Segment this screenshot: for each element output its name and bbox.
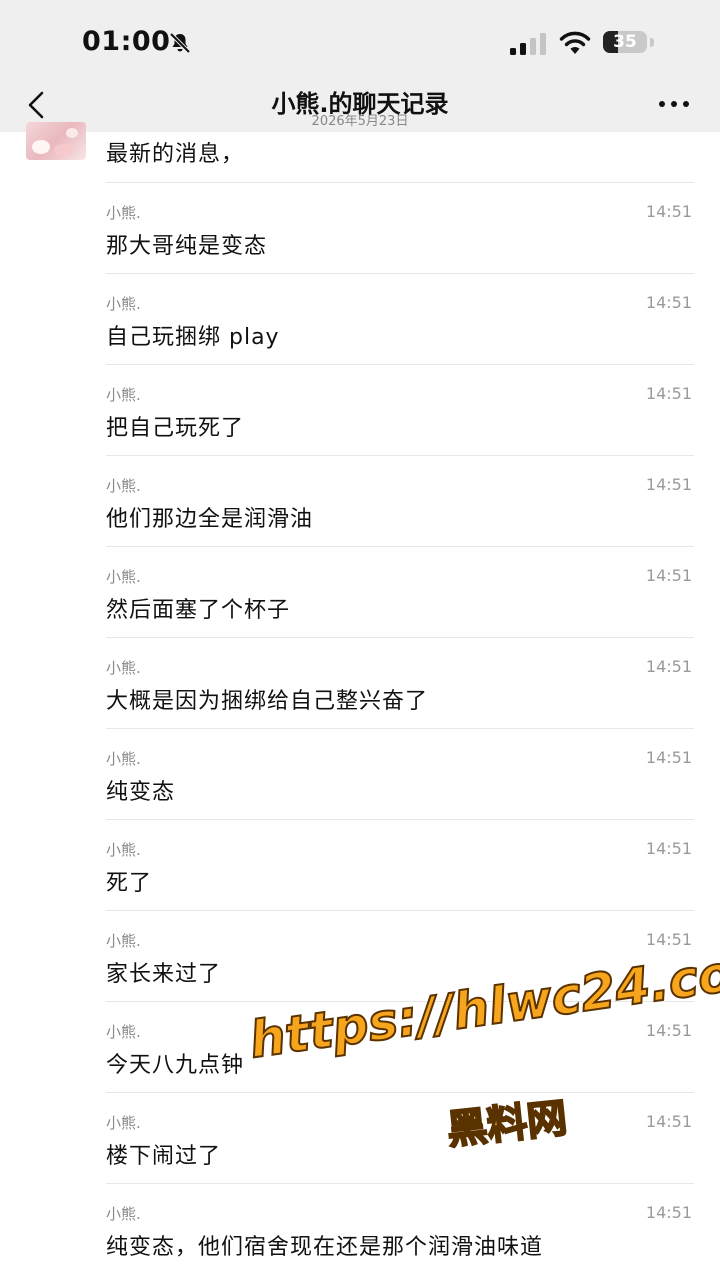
message-text: 家长来过了 [106, 962, 222, 987]
message-time: 14:51 [645, 748, 692, 767]
message-text: 然后面塞了个杯子 [106, 598, 291, 623]
avatar[interactable] [26, 122, 86, 160]
message-sender: 小熊. [106, 204, 141, 222]
message-text: 纯变态 [106, 780, 176, 805]
message-text: 纯变态，他们宿舍现在还是那个润滑油味道 [106, 1235, 544, 1260]
message-text: 最新的消息， [106, 142, 245, 167]
battery-tip [650, 38, 654, 47]
message-text: 大概是因为捆绑给自己整兴奋了 [106, 689, 429, 714]
battery-indicator: 35 [603, 31, 647, 53]
battery-level-text: 35 [613, 32, 637, 52]
message-item[interactable]: 小熊. 14:51 把自己玩死了 [0, 364, 720, 455]
message-sender: 小熊. [106, 932, 141, 950]
message-time: 14:51 [645, 839, 692, 858]
message-sender: 小熊. [106, 659, 141, 677]
message-item[interactable]: 小熊. 14:51 纯变态，他们宿舍现在还是那个润滑油味道 [0, 1183, 720, 1274]
message-sender: 小熊. [106, 1023, 141, 1041]
message-text: 死了 [106, 871, 153, 896]
signal-icon [510, 33, 546, 55]
message-sender: 小熊. [106, 841, 141, 859]
message-sender: 小熊. [106, 1114, 141, 1132]
message-item[interactable]: 小熊. 14:51 楼下闹过了 [0, 1092, 720, 1183]
message-sender: 小熊. [106, 568, 141, 586]
bell-slash-icon [169, 32, 191, 54]
message-time: 14:51 [645, 1112, 692, 1131]
message-item[interactable]: 小熊. 14:51 那大哥纯是变态 [0, 182, 720, 273]
message-sender: 小熊. [106, 750, 141, 768]
message-sender: 小熊. [106, 477, 141, 495]
wifi-icon [559, 31, 591, 54]
page-subtitle-date: 2026年5月23日 [311, 114, 409, 129]
message-item[interactable]: 小熊. 14:51 纯变态 [0, 728, 720, 819]
message-time: 14:51 [645, 384, 692, 403]
message-item[interactable]: 小熊. 14:51 大概是因为捆绑给自己整兴奋了 [0, 637, 720, 728]
message-sender: 小熊. [106, 1205, 141, 1223]
message-time: 14:51 [645, 202, 692, 221]
more-icon[interactable] [658, 100, 690, 108]
message-item[interactable]: 小熊. 14:51 自己玩捆绑 play [0, 273, 720, 364]
message-time: 14:51 [645, 475, 692, 494]
message-text: 今天八九点钟 [106, 1053, 245, 1078]
message-text: 把自己玩死了 [106, 416, 245, 441]
message-item[interactable]: 小熊. 14:51 死了 [0, 819, 720, 910]
message-text: 楼下闹过了 [106, 1144, 222, 1169]
message-text: 他们那边全是润滑油 [106, 507, 314, 532]
message-text: 自己玩捆绑 play [106, 325, 280, 350]
message-time: 14:51 [645, 293, 692, 312]
message-time: 14:51 [645, 930, 692, 949]
message-time: 14:51 [645, 1021, 692, 1040]
status-time: 01:00 [82, 26, 171, 57]
message-sender: 小熊. [106, 295, 141, 313]
message-item[interactable]: 小熊. 14:51 他们那边全是润滑油 [0, 455, 720, 546]
message-time: 14:51 [645, 1203, 692, 1222]
message-time: 14:51 [645, 657, 692, 676]
message-item[interactable]: 小熊. 14:51 然后面塞了个杯子 [0, 546, 720, 637]
top-bar: 01:00 35 小熊.的聊天记录 2026年5月23日 [0, 0, 720, 132]
message-sender: 小熊. [106, 386, 141, 404]
message-time: 14:51 [645, 566, 692, 585]
message-text: 那大哥纯是变态 [106, 234, 268, 259]
